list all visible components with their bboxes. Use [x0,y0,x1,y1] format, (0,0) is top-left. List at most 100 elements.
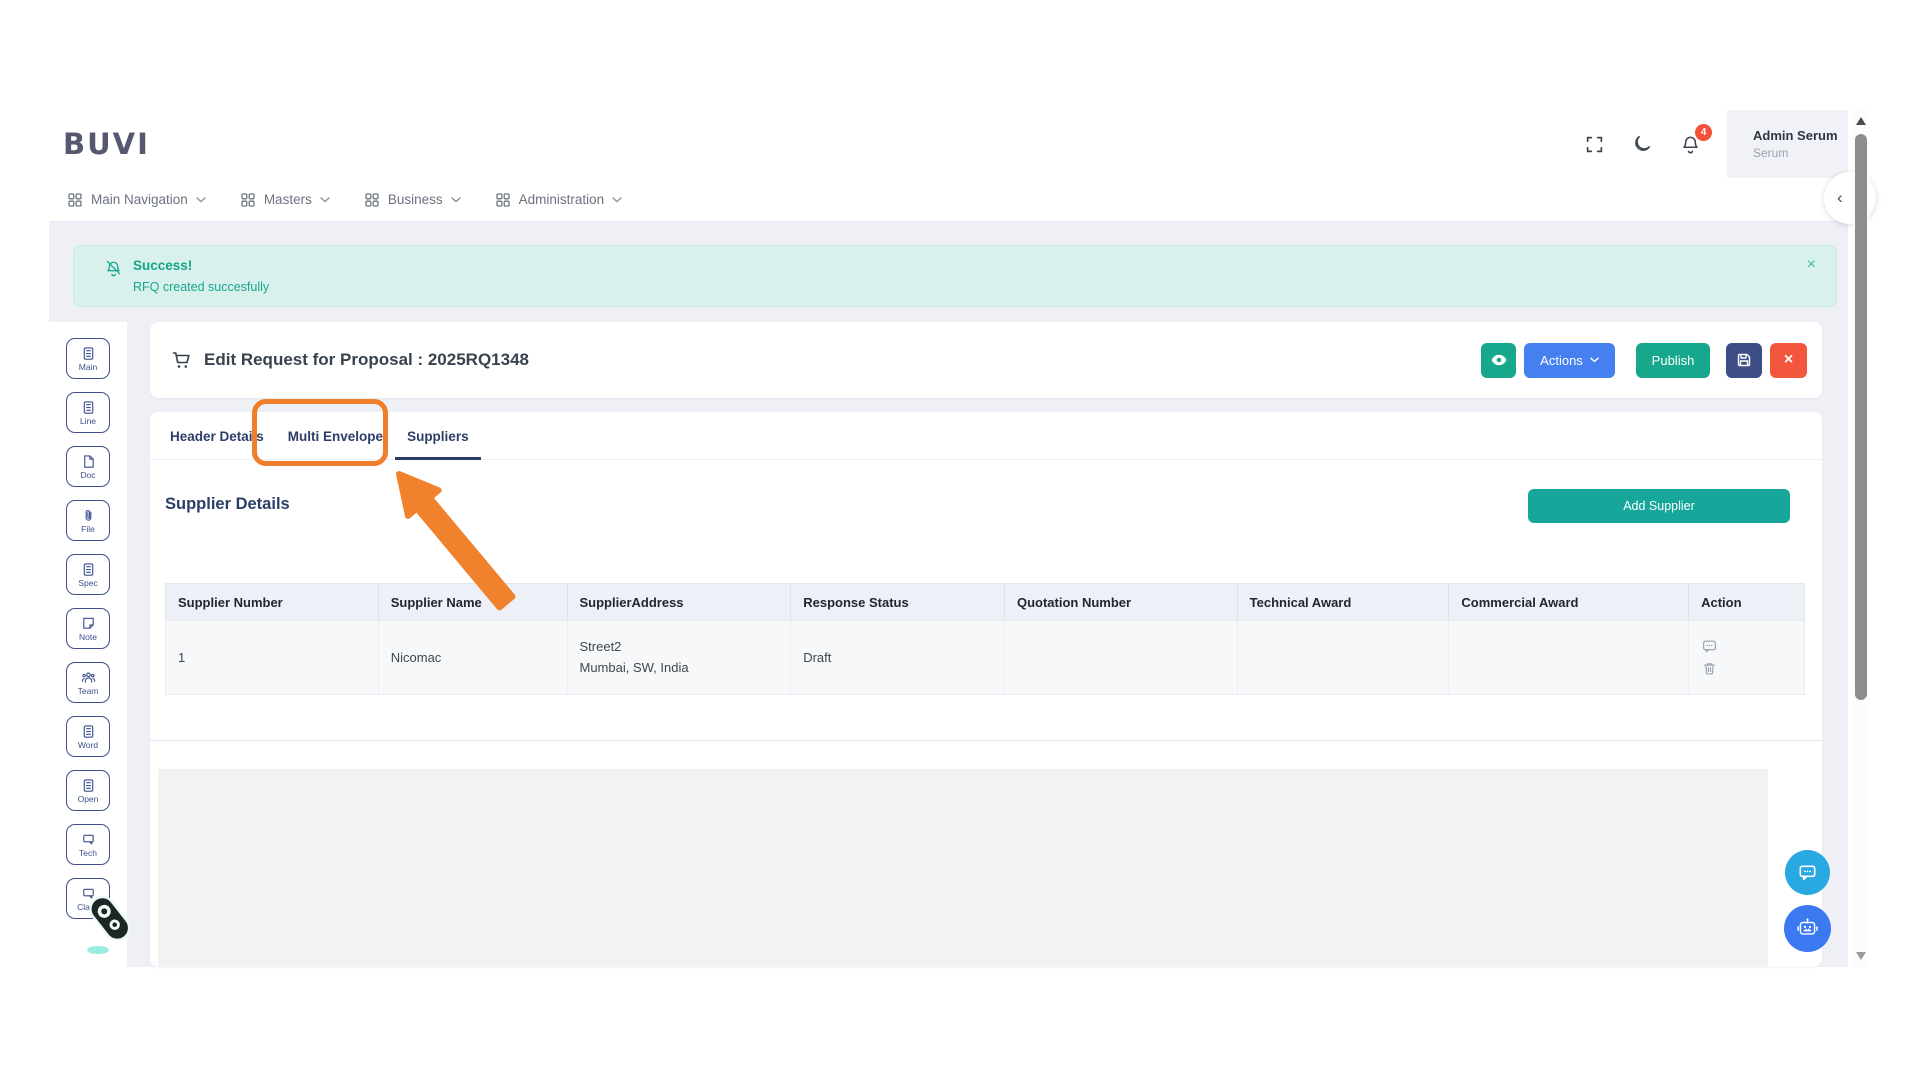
title-toolbar: Actions Publish × [1481,343,1807,378]
sidebar-item-spec[interactable]: Spec [66,554,110,595]
sidebar-item-open[interactable]: Open [66,770,110,811]
cell-commercial-award [1449,621,1689,694]
tab-multi-envelope[interactable]: Multi Envelope [276,412,395,460]
user-role: Serum [1753,146,1848,160]
moon-icon [1632,134,1652,154]
details-card: Header Details Multi Envelope Suppliers … [150,412,1822,967]
column-header-supplier-name: Supplier Name [379,584,568,620]
nav-label: Masters [264,192,312,207]
tab-suppliers[interactable]: Suppliers [395,412,481,460]
column-header-response-status: Response Status [791,584,1005,620]
close-button[interactable]: × [1770,343,1807,378]
user-name: Admin Serum [1753,128,1848,143]
paperclip-icon [81,508,96,523]
cell-technical-award [1238,621,1450,694]
section-divider [150,740,1822,741]
theme-toggle-button[interactable] [1625,127,1659,161]
sidebar-item-note[interactable]: Note [66,608,110,649]
sidebar-item-word[interactable]: Word [66,716,110,757]
cell-supplier-address: Street2 Mumbai, SW, India [568,621,792,694]
app-header: BUVI 4 Admin Serum Serum [49,110,1848,178]
chevron-down-icon [196,197,206,203]
alert-close-button[interactable]: × [1807,256,1816,274]
chevron-down-icon [612,197,622,203]
add-supplier-button[interactable]: Add Supplier [1528,489,1790,523]
cell-quotation-number [1005,621,1238,694]
chat-icon [81,832,96,847]
main-navbar: Main Navigation Masters Business Adminis… [49,178,1848,222]
bell-off-icon [104,259,123,278]
nav-label: Main Navigation [91,192,188,207]
page-title-card: Edit Request for Proposal : 2025RQ1348 A… [150,322,1822,398]
sidebar-item-claim[interactable]: Claim [66,878,110,919]
scrollbar-down-arrow[interactable] [1856,952,1866,960]
comment-action-button[interactable] [1701,638,1718,655]
document-lines-icon [81,724,96,739]
grid-icon [67,192,83,208]
notifications-button[interactable]: 4 [1673,127,1707,161]
table-row: 1 Nicomac Street2 Mumbai, SW, India Draf… [165,621,1805,695]
user-menu[interactable]: Admin Serum Serum [1727,110,1848,178]
sidebar-item-tech[interactable]: Tech [66,824,110,865]
sidebar-item-line[interactable]: Line [66,392,110,433]
chat-icon [81,886,96,901]
scrollbar-thumb[interactable] [1855,134,1867,700]
delete-action-button[interactable] [1701,660,1718,677]
mini-sidebar: Main Line Doc File Spec Note Team Word O… [49,322,127,967]
publish-button[interactable]: Publish [1636,343,1710,378]
sidebar-item-main[interactable]: Main [66,338,110,379]
success-alert: Success! RFQ created succesfully × [73,245,1837,307]
content-placeholder-panel [158,769,1768,967]
scrollbar-up-arrow[interactable] [1856,117,1866,125]
chevron-down-icon [320,197,330,203]
preview-button[interactable] [1481,343,1516,378]
close-icon: × [1784,351,1793,369]
sidebar-item-team[interactable]: Team [66,662,110,703]
tab-bar: Header Details Multi Envelope Suppliers [150,412,1822,460]
column-header-supplier-address: SupplierAddress [568,584,792,620]
nav-item-main-navigation[interactable]: Main Navigation [67,192,206,208]
chevron-left-icon: ‹ [1837,188,1843,208]
nav-item-business[interactable]: Business [364,192,461,208]
page-icon [81,454,96,469]
save-button[interactable] [1726,343,1762,378]
header-actions: 4 Admin Serum Serum [1577,110,1848,178]
sidebar-item-file[interactable]: File [66,500,110,541]
save-icon [1735,351,1753,369]
grid-icon [240,192,256,208]
comment-icon [1701,638,1718,655]
page-title: Edit Request for Proposal : 2025RQ1348 [204,350,529,370]
page-scrollbar[interactable] [1853,110,1869,967]
note-icon [81,616,96,631]
tab-header-details[interactable]: Header Details [158,412,276,460]
column-header-quotation-number: Quotation Number [1005,584,1238,620]
chevron-down-icon [451,197,461,203]
nav-item-administration[interactable]: Administration [495,192,623,208]
document-lines-icon [81,778,96,793]
sidebar-item-doc[interactable]: Doc [66,446,110,487]
app-logo: BUVI [63,127,150,161]
cell-supplier-number: 1 [166,621,379,694]
eye-icon [1490,351,1508,369]
document-lines-icon [81,346,96,361]
fullscreen-button[interactable] [1577,127,1611,161]
chevron-down-icon [1590,357,1599,363]
close-icon: × [1807,256,1816,273]
section-title: Supplier Details [165,495,290,514]
suppliers-table: Supplier Number Supplier Name SupplierAd… [165,583,1805,695]
cart-icon [172,351,192,370]
actions-button[interactable]: Actions [1524,343,1615,378]
document-lines-icon [81,562,96,577]
assistant-fab-button[interactable] [1784,905,1831,952]
grid-icon [495,192,511,208]
chat-fab-button[interactable] [1785,850,1830,895]
cell-supplier-name: Nicomac [379,621,568,694]
fullscreen-icon [1585,135,1604,154]
nav-item-masters[interactable]: Masters [240,192,330,208]
document-lines-icon [81,400,96,415]
column-header-supplier-number: Supplier Number [166,584,379,620]
table-header-row: Supplier Number Supplier Name SupplierAd… [165,583,1805,621]
chat-bubble-icon [1796,861,1819,884]
cell-action [1689,621,1804,694]
cell-response-status: Draft [791,621,1005,694]
